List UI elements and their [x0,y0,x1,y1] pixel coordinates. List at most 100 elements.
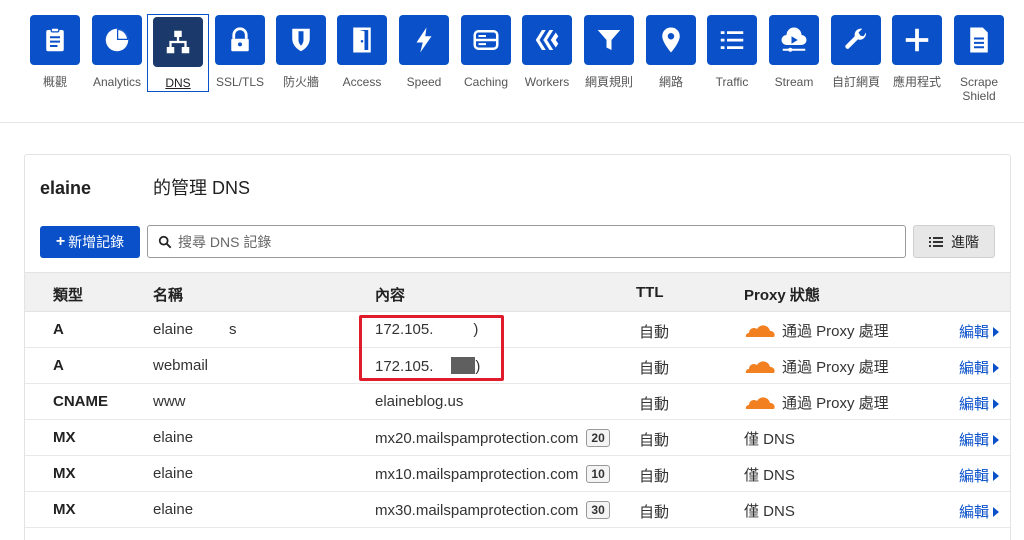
record-ttl: 自動 [639,324,670,341]
search-box[interactable] [147,225,906,258]
domain-name: elaine [40,178,92,198]
nav-label: Stream [774,75,814,89]
record-content: elaineblog.us [375,393,464,410]
search-icon [158,235,172,248]
advanced-button[interactable]: 進階 [913,225,995,258]
search-input[interactable] [178,233,905,250]
proxy-label: 通過 Proxy 處理 [782,359,889,376]
proxy-status[interactable]: 通過 Proxy 處理 [744,392,889,413]
document-icon [954,15,1004,65]
nav-item-dns[interactable]: DNS [147,14,209,92]
shield-icon [276,15,326,65]
nav-item-scrape-shield[interactable]: Scrape Shield [948,10,1010,106]
title-suffix: 的管理 DNS [153,178,251,198]
nav-label: Scrape Shield [959,75,999,103]
plus-icon: + [55,233,66,250]
nav-label: Workers [524,75,570,89]
proxy-status[interactable]: 通過 Proxy 處理 [744,356,889,377]
nav-label: Speed [406,75,442,89]
record-name: elaine [153,429,194,446]
nav-label: 網頁規則 [584,75,633,89]
clipboard-icon [30,15,80,65]
record-content: 172.105.) [375,357,481,375]
caret-right-icon [993,470,1000,481]
edit-button[interactable]: 編輯 [959,321,1000,342]
proxy-status: 僅 DNS [744,500,795,521]
table-row[interactable]: A webmail 172.105.) 自動 通過 Proxy 處理 編輯 [25,348,1010,384]
top-nav: 概觀 Analytics DNS SSL/TLS 防火牆 Access Spee… [0,0,1024,123]
nav-label: 自訂網頁 [831,75,880,89]
nav-item-speed[interactable]: Speed [393,10,455,106]
nav-label: 概觀 [42,75,67,89]
record-ttl: 自動 [639,468,670,485]
edit-button[interactable]: 編輯 [959,393,1000,414]
column-header-type: 類型 [53,287,84,304]
proxy-label: 僅 DNS [744,503,795,520]
record-ttl: 自動 [639,396,670,413]
record-content: mx30.mailspamprotection.com 30 [375,501,610,519]
proxy-label: 通過 Proxy 處理 [782,323,889,340]
nav-item-apps[interactable]: 應用程式 [886,10,948,106]
door-icon [337,15,387,65]
record-ttl: 自動 [639,432,670,449]
nav-item-access[interactable]: Access [331,10,393,106]
table-row[interactable]: MX elaine mx10.mailspamprotection.com 10 … [25,456,1010,492]
proxy-status[interactable]: 通過 Proxy 處理 [744,320,889,341]
nav-label: DNS [165,76,191,90]
advanced-label: 進階 [951,233,979,250]
orange-cloud-icon [744,323,776,339]
edit-button[interactable]: 編輯 [959,501,1000,522]
table-row[interactable]: MX elaine mx20.mailspamprotection.com 20 … [25,420,1010,456]
pie-chart-icon [92,15,142,65]
nav-item-caching[interactable]: Caching [455,10,517,106]
workers-icon [522,15,572,65]
nav-item-overview[interactable]: 概觀 [24,10,86,106]
redaction [451,357,476,374]
nav-label: Analytics [92,75,142,89]
nav-item-custom-pages[interactable]: 自訂網頁 [825,10,887,106]
record-ttl: 自動 [639,360,670,377]
add-record-button[interactable]: + 新增記錄 [40,226,140,258]
edit-button[interactable]: 編輯 [959,357,1000,378]
orange-cloud-icon [744,395,776,411]
caret-right-icon [993,506,1000,517]
column-header-content: 內容 [375,287,406,304]
table-row[interactable]: CNAME www elaineblog.us 自動 通過 Proxy 處理 編… [25,384,1010,420]
table-row[interactable]: A elaine s 172.105.) 自動 通過 Proxy 處理 編輯 [25,312,1010,348]
record-type: MX [53,429,76,446]
record-name: elaine s [153,321,237,338]
record-type: MX [53,501,76,518]
nav-item-workers[interactable]: Workers [516,10,578,106]
nav-label: 防火牆 [282,75,319,89]
proxy-status: 僅 DNS [744,464,795,485]
nav-item-ssl[interactable]: SSL/TLS [209,10,271,106]
nav-label: 應用程式 [892,75,941,89]
redaction [91,180,154,194]
edit-button[interactable]: 編輯 [959,429,1000,450]
nav-item-stream[interactable]: Stream [763,10,825,106]
record-content: 172.105.) [375,321,479,338]
record-name: www [153,393,186,410]
nav-item-page-rules[interactable]: 網頁規則 [578,10,640,106]
nav-label: Caching [463,75,509,89]
nav-item-firewall[interactable]: 防火牆 [270,10,332,106]
nav-item-traffic[interactable]: Traffic [701,10,763,106]
record-name: elaine [153,501,194,518]
cloud-stream-icon [769,15,819,65]
nav-label: SSL/TLS [215,75,265,89]
proxy-status: 僅 DNS [744,428,795,449]
record-type: MX [53,465,76,482]
nav-item-network[interactable]: 網路 [640,10,702,106]
lightning-icon [399,15,449,65]
nav-item-analytics[interactable]: Analytics [86,10,148,106]
record-content: mx10.mailspamprotection.com 10 [375,465,610,483]
record-type: A [53,321,64,338]
caret-right-icon [993,434,1000,445]
nav-label: Access [342,75,382,89]
caret-right-icon [993,326,1000,337]
nav-label: Traffic [715,75,749,89]
location-pin-icon [646,15,696,65]
table-row[interactable]: MX elaine mx30.mailspamprotection.com 30 … [25,492,1010,528]
priority-badge: 30 [586,501,610,519]
edit-button[interactable]: 編輯 [959,465,1000,486]
